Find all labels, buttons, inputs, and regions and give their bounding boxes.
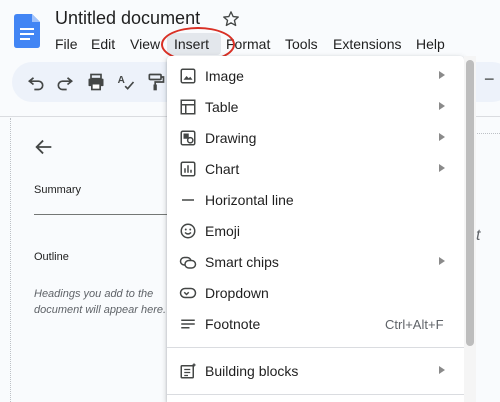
menu-item-building-blocks[interactable]: Building blocks xyxy=(167,356,464,387)
menu-item-label: Horizontal line xyxy=(205,192,294,208)
menu-item-footnote[interactable]: Footnote Ctrl+Alt+F xyxy=(167,309,464,340)
submenu-arrow-icon xyxy=(439,366,445,374)
menu-item-label: Chart xyxy=(205,161,240,177)
ruler-horizontal xyxy=(474,120,500,134)
footnote-icon xyxy=(181,319,195,329)
summary-label: Summary xyxy=(34,184,82,196)
menu-item-drawing[interactable]: Drawing xyxy=(167,123,464,154)
menu-item-label: Dropdown xyxy=(205,285,269,301)
drawing-icon xyxy=(180,130,196,146)
menu-item-label: Footnote xyxy=(205,316,261,332)
menu-edit[interactable]: Edit xyxy=(91,36,115,52)
menu-tools[interactable]: Tools xyxy=(285,36,318,52)
submenu-arrow-icon xyxy=(439,71,445,79)
smart-chips-icon xyxy=(179,256,197,269)
menu-item-table[interactable]: Table xyxy=(167,92,464,123)
building-blocks-icon xyxy=(180,362,197,379)
print-icon[interactable] xyxy=(86,72,106,92)
menu-item-chart[interactable]: Chart xyxy=(167,154,464,185)
dropdown-icon xyxy=(179,287,197,299)
menu-extensions[interactable]: Extensions xyxy=(333,36,401,52)
ruler-vertical xyxy=(10,118,11,402)
menu-item-emoji[interactable]: Emoji xyxy=(167,216,464,247)
undo-icon[interactable] xyxy=(26,72,46,92)
zoom-out-icon[interactable]: − xyxy=(484,69,495,90)
page-text-fragment: t xyxy=(476,227,481,244)
menu-item-label: Image xyxy=(205,68,244,84)
menu-item-image[interactable]: Image xyxy=(167,61,464,92)
horizontal-line-icon xyxy=(182,199,194,201)
menu-file[interactable]: File xyxy=(55,36,78,52)
image-icon xyxy=(180,68,196,84)
menu-separator xyxy=(167,394,464,395)
paint-format-icon[interactable] xyxy=(146,72,166,92)
spellcheck-icon[interactable]: A xyxy=(116,72,136,92)
menu-item-smart-chips[interactable]: Smart chips xyxy=(167,247,464,278)
menu-item-label: Table xyxy=(205,99,239,115)
outline-label: Outline xyxy=(34,251,69,263)
menu-help[interactable]: Help xyxy=(416,36,445,52)
table-icon xyxy=(180,99,196,115)
svg-text:A: A xyxy=(118,75,125,86)
emoji-icon xyxy=(180,223,196,239)
chart-icon xyxy=(180,161,196,177)
outline-hint: Headings you add to the document will ap… xyxy=(34,288,167,316)
menu-item-label: Drawing xyxy=(205,130,257,146)
submenu-arrow-icon xyxy=(439,133,445,141)
footnote-shortcut: Ctrl+Alt+F xyxy=(385,317,444,332)
menu-view[interactable]: View xyxy=(130,36,160,52)
menu-scrollbar[interactable] xyxy=(466,60,474,346)
back-arrow-icon[interactable] xyxy=(33,136,55,158)
menu-item-dropdown[interactable]: Dropdown xyxy=(167,278,464,309)
star-icon[interactable] xyxy=(222,10,240,28)
submenu-arrow-icon xyxy=(439,257,445,265)
menu-item-label: Smart chips xyxy=(205,254,279,270)
menu-bar: File Edit View Insert Format Tools Exten… xyxy=(0,34,500,54)
menu-item-horizontal-line[interactable]: Horizontal line xyxy=(167,185,464,216)
submenu-arrow-icon xyxy=(439,164,445,172)
menu-separator xyxy=(167,347,464,348)
submenu-arrow-icon xyxy=(439,102,445,110)
document-title[interactable]: Untitled document xyxy=(55,8,200,29)
summary-divider xyxy=(34,214,174,215)
menu-item-label: Emoji xyxy=(205,223,241,239)
menu-item-label: Building blocks xyxy=(205,363,299,379)
redo-icon[interactable] xyxy=(55,72,75,92)
